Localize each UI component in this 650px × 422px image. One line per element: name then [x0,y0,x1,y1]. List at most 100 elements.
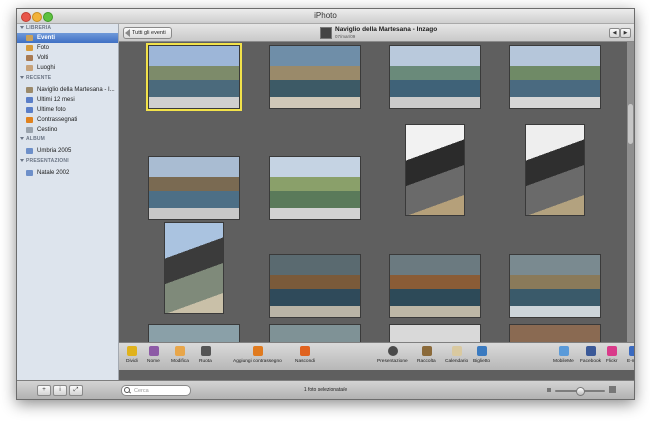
fullscreen-button[interactable]: ⤢ [69,385,83,396]
arrow-left-icon: ◀ [612,30,617,36]
album-icon [26,148,33,154]
event-header-bar: Tutti gli eventi Naviglio della Martesan… [119,24,634,42]
card-icon [476,346,487,356]
sidebar-item[interactable]: Foto [17,43,118,53]
name-icon [148,346,159,356]
photo-thumbnail[interactable] [148,156,240,220]
toolbar-button[interactable]: Dividi [126,343,138,370]
sidebar-section-header[interactable]: RECENTE [20,75,51,81]
toolbar-button[interactable]: Ruota [199,343,212,370]
split-icon [127,346,137,356]
search-field[interactable] [121,385,191,396]
photo-thumbnail[interactable] [269,156,361,220]
toolbar-button-label: Ruota [199,359,212,364]
photo-thumbnail[interactable] [509,45,601,109]
sidebar-section-header[interactable]: ALBUM [20,136,45,142]
event-icon [26,87,33,93]
info-button[interactable]: i [53,385,67,396]
sidebar-item[interactable]: Eventi [17,33,118,43]
toolbar-button[interactable]: MobileMe [553,343,574,370]
disclosure-triangle-icon [20,26,24,30]
zoom-slider[interactable] [555,387,605,396]
photo-thumbnail[interactable] [509,324,601,342]
toolbar-button[interactable]: E-mail [627,343,634,370]
toolbar-button[interactable]: Nome [147,343,160,370]
photo-grid [119,42,627,342]
window-title: iPhoto [314,11,337,20]
search-input[interactable] [134,386,188,395]
toolbar-button[interactable]: Aggiungi contrassegno [233,343,282,370]
toolbar-button[interactable]: Flickr [606,343,617,370]
photo-thumbnail[interactable] [525,124,585,216]
sidebar-section-label: ALBUM [26,136,46,142]
source-list-sidebar: LIBRERIA Eventi Foto Volti Luoghi RECENTE Navi… [17,24,119,380]
sidebar-section-label: RECENTE [26,75,52,81]
disclosure-triangle-icon [20,159,24,163]
toolbar-button-label: Calendario [445,359,469,364]
sidebar-section-label: PRESENTAZIONI [26,158,69,164]
sidebar-section-header[interactable]: LIBRERIA [20,25,51,31]
toolbar-button[interactable]: Nascondi [295,343,315,370]
previous-event-button[interactable]: ◀ [609,28,620,38]
toolbar-button[interactable]: Calendario [445,343,468,370]
sidebar-section-header[interactable]: PRESENTAZIONI [20,158,69,164]
disclosure-triangle-icon [20,137,24,141]
iphoto-window: iPhoto LIBRERIA Eventi Foto Volti Luoghi RECE… [16,8,635,400]
sidebar-item[interactable]: Contrassegnati [17,115,118,125]
photo-thumbnail[interactable] [389,45,481,109]
photo-thumbnail[interactable] [269,254,361,318]
toolbar-button[interactable]: Presentazione [377,343,408,370]
photo-thumbnail[interactable] [509,254,601,318]
sidebar-item-label: Umbria 2005 [37,148,72,154]
sidebar-item-label: Natale 2002 [37,170,70,176]
sidebar-item[interactable]: Naviglio della Martesana - I... [17,85,118,95]
toolbar-button[interactable]: Raccolta [417,343,436,370]
search-icon [124,387,130,393]
hide-x-icon [300,346,310,356]
toolbar-button[interactable]: Modifica [171,343,189,370]
sidebar-section-label: LIBRERIA [26,25,52,31]
photo-stack-icon [26,107,33,113]
all-events-back-button[interactable]: Tutti gli eventi [123,27,172,39]
photo-thumbnail[interactable] [405,124,465,216]
zoom-slider-knob[interactable] [575,387,585,396]
add-button[interactable]: + [37,385,51,396]
toolbar-button[interactable]: Biglietto [473,343,490,370]
toolbar-button-label: Nome [147,359,160,364]
vertical-scrollbar[interactable] [627,42,634,342]
flag-icon [26,117,33,123]
photo-thumbnail[interactable] [164,222,224,314]
sidebar-item[interactable]: Natale 2002 [17,168,118,178]
toolbar-button-label: Aggiungi contrassegno [233,359,282,364]
photo-thumbnail[interactable] [269,324,361,342]
toolbar-button-label: Nascondi [295,359,315,364]
sidebar-item-label: Foto [37,45,50,51]
photo-thumbnail[interactable] [146,43,242,111]
edit-pencil-icon [175,346,185,356]
play-icon [387,346,398,356]
toolbar-button-label: Dividi [126,359,138,364]
scrollbar-thumb[interactable] [628,104,633,144]
email-stamp-icon [629,346,634,356]
sidebar-item[interactable]: Umbria 2005 [17,146,118,156]
plus-icon: + [42,387,46,393]
sidebar-item[interactable]: Ultimi 12 mesi [17,95,118,105]
sidebar-item[interactable]: Luoghi [17,63,118,73]
facebook-icon [585,346,596,356]
photo-thumbnail[interactable] [389,324,481,342]
sidebar-item[interactable]: Volti [17,53,118,63]
faces-icon [26,55,33,61]
fullscreen-icon: ⤢ [73,387,79,393]
toolbar-button[interactable]: Facebook [580,343,601,370]
flickr-icon [606,346,617,356]
next-event-button[interactable]: ▶ [620,28,631,38]
photo-thumbnail[interactable] [389,254,481,318]
photo-thumbnail[interactable] [269,45,361,109]
toolbar-button-label: Biglietto [473,359,491,364]
slideshow-icon [26,170,33,176]
toolbar-button-label: MobileMe [553,359,574,364]
photo-thumbnail[interactable] [148,324,240,342]
sidebar-item[interactable]: Cestino [17,125,118,135]
sidebar-item[interactable]: Ultime foto [17,105,118,115]
zoom-large-photo-icon [609,386,616,393]
